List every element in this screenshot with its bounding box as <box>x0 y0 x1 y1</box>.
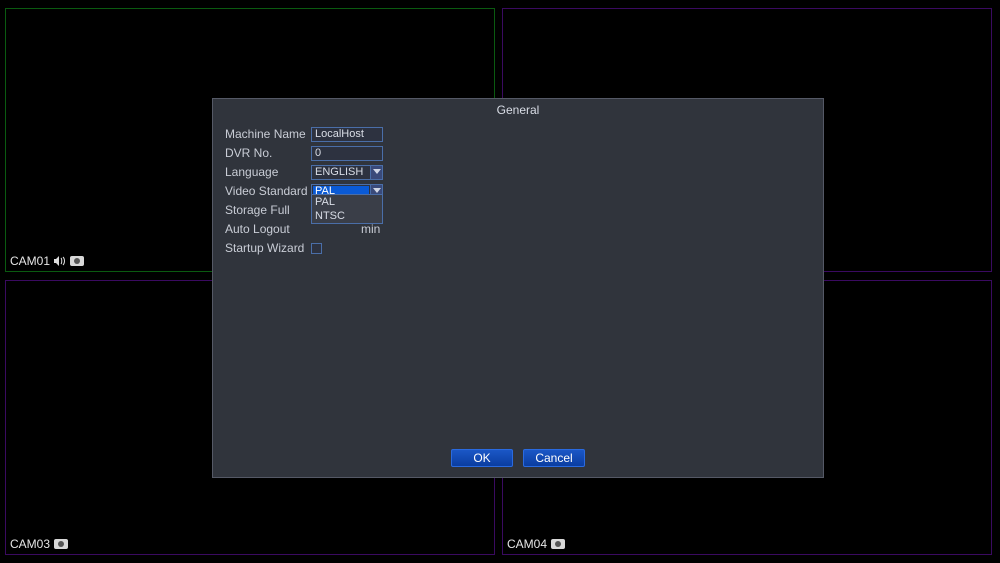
label-startup-wizard: Startup Wizard <box>225 241 311 255</box>
video-standard-dropdown[interactable]: PAL NTSC <box>311 194 383 224</box>
option-ntsc[interactable]: NTSC <box>312 209 382 223</box>
language-select[interactable]: ENGLISH <box>311 165 383 180</box>
auto-logout-suffix: min <box>361 222 380 236</box>
dvr-no-input[interactable]: 0 <box>311 146 383 161</box>
label-auto-logout: Auto Logout <box>225 222 311 236</box>
camera-label-3: CAM03 <box>10 537 68 551</box>
machine-name-input[interactable]: LocalHost <box>311 127 383 142</box>
settings-form: Machine Name LocalHost DVR No. 0 Languag… <box>213 123 823 257</box>
row-language: Language ENGLISH <box>225 163 811 181</box>
camera-name-1: CAM01 <box>10 254 50 268</box>
label-dvr-no: DVR No. <box>225 146 311 160</box>
row-startup-wizard: Startup Wizard <box>225 239 811 257</box>
camera-name-4: CAM04 <box>507 537 547 551</box>
record-icon <box>54 539 68 549</box>
dialog-buttons: OK Cancel <box>213 449 823 467</box>
startup-wizard-checkbox[interactable] <box>311 243 322 254</box>
label-language: Language <box>225 165 311 179</box>
camera-name-3: CAM03 <box>10 537 50 551</box>
speaker-icon <box>54 256 66 266</box>
camera-label-1: CAM01 <box>10 254 84 268</box>
ok-button[interactable]: OK <box>451 449 513 467</box>
dialog-title: General <box>213 99 823 123</box>
chevron-down-icon[interactable] <box>370 166 382 179</box>
row-dvr-no: DVR No. 0 <box>225 144 811 162</box>
general-settings-dialog: General Machine Name LocalHost DVR No. 0… <box>212 98 824 478</box>
label-storage-full: Storage Full <box>225 203 311 217</box>
language-value: ENGLISH <box>315 166 363 179</box>
option-pal[interactable]: PAL <box>312 195 382 209</box>
row-machine-name: Machine Name LocalHost <box>225 125 811 143</box>
camera-label-4: CAM04 <box>507 537 565 551</box>
record-icon <box>70 256 84 266</box>
label-video-standard: Video Standard <box>225 184 311 198</box>
cancel-button[interactable]: Cancel <box>523 449 585 467</box>
viewport: CAM01 CAM03 CAM04 General Machine Name L… <box>0 0 1000 563</box>
record-icon <box>551 539 565 549</box>
label-machine-name: Machine Name <box>225 127 311 141</box>
